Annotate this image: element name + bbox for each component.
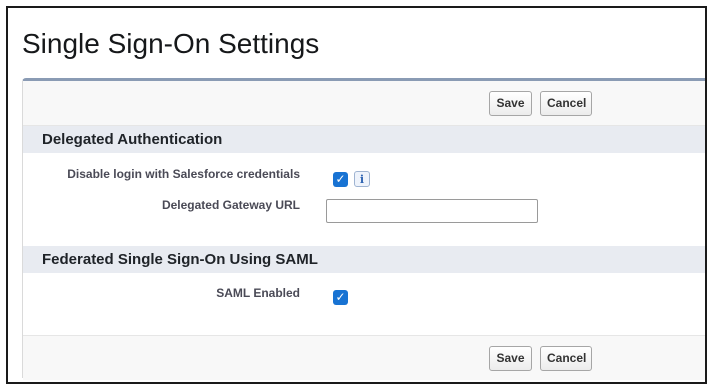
bottom-button-bar: Save Cancel bbox=[23, 335, 705, 380]
checkmark-icon: ✓ bbox=[335, 290, 346, 304]
top-button-bar: Save Cancel bbox=[23, 81, 705, 126]
checkmark-icon: ✓ bbox=[335, 172, 346, 186]
window-frame: Single Sign-On Settings Save Cancel Dele… bbox=[6, 6, 707, 384]
disable-login-checkbox[interactable]: ✓ bbox=[333, 172, 348, 187]
section-title: Federated Single Sign-On Using SAML bbox=[42, 251, 318, 268]
cancel-button-top[interactable]: Cancel bbox=[540, 91, 592, 116]
cancel-button-bottom[interactable]: Cancel bbox=[540, 346, 592, 371]
delegated-gateway-url-input[interactable] bbox=[326, 199, 538, 223]
settings-panel: Save Cancel Delegated Authentication Dis… bbox=[22, 78, 705, 380]
section-title: Delegated Authentication bbox=[42, 131, 223, 148]
section-header-saml: Federated Single Sign-On Using SAML bbox=[23, 246, 705, 273]
saml-enabled-label: SAML Enabled bbox=[216, 286, 300, 300]
saml-enabled-checkbox[interactable]: ✓ bbox=[333, 290, 348, 305]
disable-login-label: Disable login with Salesforce credential… bbox=[67, 167, 300, 181]
save-button-top[interactable]: Save bbox=[489, 91, 532, 116]
delegated-gateway-url-label: Delegated Gateway URL bbox=[161, 198, 300, 212]
info-icon[interactable]: i bbox=[354, 171, 370, 187]
section-header-delegated-auth: Delegated Authentication bbox=[23, 126, 705, 153]
page-title: Single Sign-On Settings bbox=[22, 28, 320, 59]
save-button-bottom[interactable]: Save bbox=[489, 346, 532, 371]
